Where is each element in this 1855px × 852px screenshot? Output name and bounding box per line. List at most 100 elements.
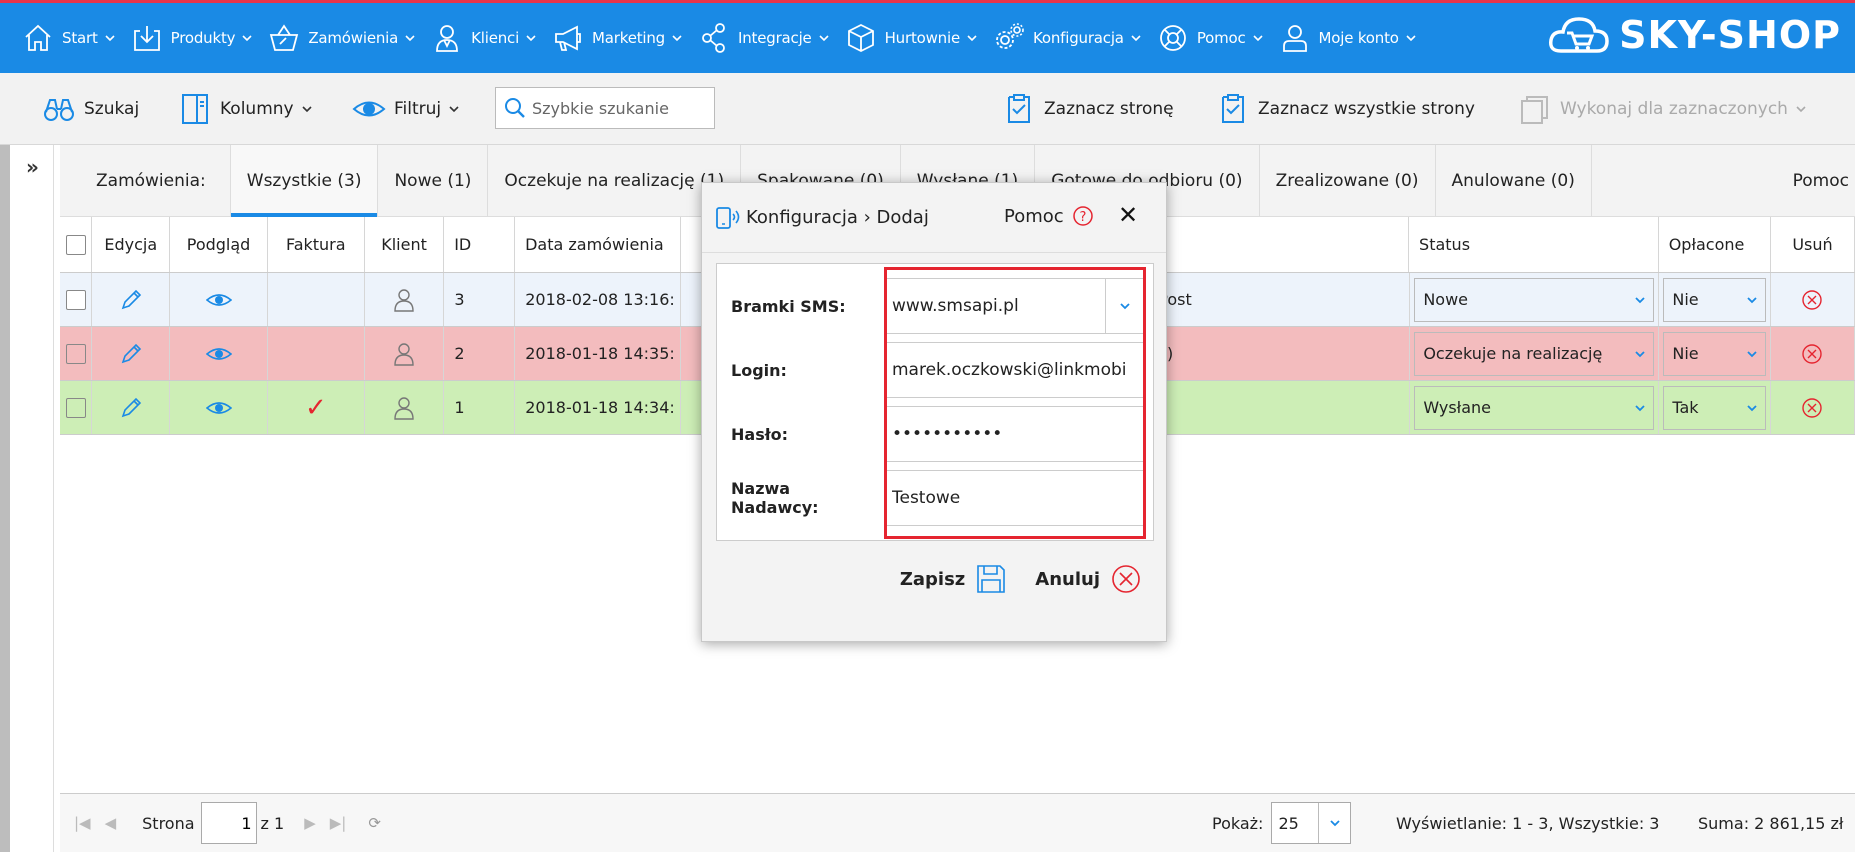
select-all-checkbox[interactable] (65, 234, 86, 255)
sender-field[interactable] (885, 470, 1144, 526)
login-field[interactable] (885, 342, 1144, 398)
search-button[interactable]: Szukaj (42, 92, 139, 126)
preview-cell[interactable] (170, 273, 268, 326)
person-icon[interactable] (393, 288, 415, 312)
nav-hurtownie[interactable]: Hurtownie (845, 22, 977, 54)
nav-konfiguracja[interactable]: Konfiguracja (993, 22, 1141, 54)
close-icon[interactable]: ✕ (1118, 201, 1138, 229)
nav-zamowienia[interactable]: Zamówienia (268, 22, 415, 54)
help-circle-icon[interactable]: ? (1072, 205, 1094, 227)
paid-select[interactable]: Nie (1663, 331, 1766, 376)
nav-klienci[interactable]: Klienci (431, 22, 536, 54)
next-page-icon[interactable]: ▶ (304, 814, 316, 832)
row-checkbox[interactable] (65, 397, 86, 418)
pencil-icon[interactable] (119, 396, 143, 420)
eye-icon[interactable] (205, 345, 232, 363)
status-cell[interactable]: Oczekuje na realizację (1410, 327, 1660, 380)
header-client[interactable]: Klient (365, 217, 445, 272)
nav-marketing[interactable]: Marketing (552, 22, 682, 54)
person-icon[interactable] (393, 396, 415, 420)
header-id[interactable]: ID (444, 217, 516, 272)
select-all-cell[interactable] (60, 217, 93, 272)
status-cell[interactable]: Nowe (1410, 273, 1660, 326)
first-page-icon[interactable]: |◀ (74, 814, 91, 832)
delete-circle-icon[interactable] (1801, 343, 1823, 365)
client-cell[interactable] (365, 273, 445, 326)
nav-label: Produkty (170, 29, 236, 47)
prev-page-icon[interactable]: ◀ (105, 814, 117, 832)
client-cell[interactable] (365, 381, 445, 434)
tabs-help-link[interactable]: Pomoc (1793, 145, 1849, 217)
quick-search[interactable] (495, 87, 715, 129)
tab-all[interactable]: Wszystkie (3) (230, 145, 379, 217)
tab-completed[interactable]: Zrealizowane (0) (1260, 145, 1436, 216)
delete-cell[interactable] (1771, 381, 1855, 434)
status-select[interactable]: Wysłane (1414, 385, 1655, 430)
eye-icon[interactable] (205, 399, 232, 417)
sender-input[interactable] (892, 488, 1143, 508)
paid-cell[interactable]: Nie (1659, 273, 1771, 326)
preview-cell[interactable] (170, 327, 268, 380)
edit-cell[interactable] (92, 327, 171, 380)
password-field[interactable]: ••••••••••• (885, 406, 1144, 462)
status-cell[interactable]: Wysłane (1410, 381, 1660, 434)
header-delete[interactable]: Usuń (1771, 217, 1855, 272)
edit-cell[interactable] (92, 381, 171, 434)
page-number-input[interactable] (200, 802, 257, 844)
delete-circle-icon[interactable] (1801, 397, 1823, 419)
nav-pomoc[interactable]: Pomoc (1157, 22, 1263, 54)
sky-shop-logo[interactable]: SKY-SHOP (1547, 13, 1841, 57)
dialog-help[interactable]: Pomoc ? (1004, 205, 1094, 227)
paid-cell[interactable]: Tak (1659, 381, 1771, 434)
client-cell[interactable] (365, 327, 445, 380)
expand-sidebar-icon[interactable]: » (26, 155, 39, 179)
invoice-check-icon[interactable]: ✓ (268, 381, 365, 434)
select-all-pages-button[interactable]: Zaznacz wszystkie strony (1216, 92, 1475, 126)
last-page-icon[interactable]: ▶| (330, 814, 347, 832)
nav-moje-konto[interactable]: Moje konto (1279, 22, 1416, 54)
filter-button[interactable]: Filtruj (352, 92, 459, 126)
tab-cancelled[interactable]: Anulowane (0) (1436, 145, 1592, 216)
login-input[interactable] (892, 360, 1143, 380)
preview-cell[interactable] (170, 381, 268, 434)
header-date[interactable]: Data zamówienia (515, 217, 681, 272)
delete-cell[interactable] (1771, 327, 1855, 380)
paid-cell[interactable]: Nie (1659, 327, 1771, 380)
paid-select[interactable]: Tak (1663, 385, 1766, 430)
header-paid[interactable]: Opłacone (1659, 217, 1771, 272)
row-checkbox[interactable] (65, 289, 86, 310)
save-button[interactable]: Zapisz (900, 563, 1007, 595)
select-page-button[interactable]: Zaznacz stronę (1002, 92, 1174, 126)
edit-cell[interactable] (92, 273, 171, 326)
eye-icon[interactable] (205, 291, 232, 309)
nav-produkty[interactable]: Produkty (131, 22, 253, 54)
person-icon[interactable] (393, 342, 415, 366)
delete-circle-icon[interactable] (1801, 289, 1823, 311)
execute-selected-button[interactable]: Wykonaj dla zaznaczonych (1518, 92, 1806, 126)
pencil-icon[interactable] (119, 288, 143, 312)
cancel-button[interactable]: Anuluj (1035, 563, 1142, 595)
tab-new[interactable]: Nowe (1) (378, 145, 489, 216)
status-select[interactable]: Nowe (1414, 277, 1655, 322)
status-select[interactable]: Oczekuje na realizację (1414, 331, 1655, 376)
delete-cell[interactable] (1771, 273, 1855, 326)
row-checkbox-cell[interactable] (60, 327, 93, 380)
nav-start[interactable]: Start (22, 22, 115, 54)
quick-search-input[interactable] (532, 98, 712, 118)
row-checkbox-cell[interactable] (60, 381, 93, 434)
header-edit[interactable]: Edycja (92, 217, 171, 272)
refresh-icon[interactable]: ⟳ (368, 814, 381, 832)
columns-button[interactable]: Kolumny (178, 92, 312, 126)
gateway-select[interactable]: www.smsapi.pl (885, 278, 1144, 334)
password-input[interactable]: ••••••••••• (892, 424, 1002, 444)
page-size-select[interactable]: 25 (1271, 802, 1352, 844)
row-checkbox[interactable] (65, 343, 86, 364)
nav-integracje[interactable]: Integracje (698, 22, 829, 54)
header-status[interactable]: Status (1409, 217, 1659, 272)
row-checkbox-cell[interactable] (60, 273, 93, 326)
pencil-icon[interactable] (119, 342, 143, 366)
chevron-down-icon[interactable] (1105, 279, 1143, 333)
header-preview[interactable]: Podgląd (170, 217, 268, 272)
header-invoice[interactable]: Faktura (268, 217, 365, 272)
paid-select[interactable]: Nie (1663, 277, 1766, 322)
